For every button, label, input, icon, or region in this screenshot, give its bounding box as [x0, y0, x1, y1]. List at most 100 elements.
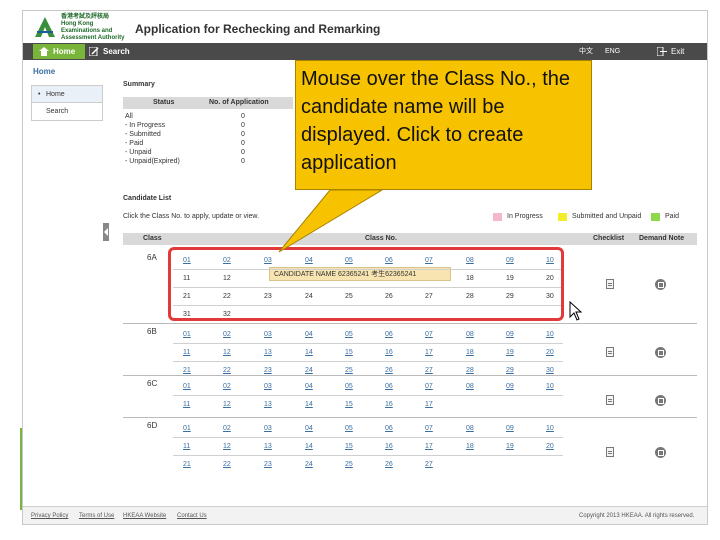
class-no-link[interactable]: 17	[425, 443, 433, 450]
class-no-link[interactable]: 01	[183, 383, 191, 390]
checklist-icon[interactable]	[606, 279, 614, 289]
class-no-link[interactable]: 24	[305, 461, 313, 468]
col-class: Class	[143, 235, 162, 242]
class-no-link[interactable]: 03	[264, 383, 272, 390]
sidebar-item-search[interactable]: Search	[32, 103, 102, 120]
class-no-link[interactable]: 10	[546, 383, 554, 390]
class-no-link[interactable]: 16	[385, 401, 393, 408]
class-no-link[interactable]: 15	[345, 401, 353, 408]
class-no-link[interactable]: 30	[546, 367, 554, 374]
class-no-link[interactable]: 07	[425, 383, 433, 390]
class-no-link[interactable]: 26	[385, 461, 393, 468]
class-no-link[interactable]: 11	[183, 443, 190, 450]
row-divider	[173, 437, 563, 438]
class-no-link[interactable]: 26	[385, 367, 393, 374]
class-no-link[interactable]: 09	[506, 383, 514, 390]
class-no-link[interactable]: 22	[223, 461, 231, 468]
nav-exit-button[interactable]: Exit	[657, 44, 684, 59]
sidebar-collapse-toggle[interactable]	[103, 223, 109, 241]
class-no-link[interactable]: 04	[305, 425, 313, 432]
demand-note-icon[interactable]	[655, 395, 666, 406]
class-no-link[interactable]: 20	[546, 443, 554, 450]
checklist-icon[interactable]	[606, 447, 614, 457]
class-no-link[interactable]: 10	[546, 331, 554, 338]
class-no-link[interactable]: 21	[183, 461, 191, 468]
class-no-link[interactable]: 05	[345, 425, 353, 432]
class-no-link[interactable]: 25	[345, 367, 353, 374]
class-no-link[interactable]: 12	[223, 401, 231, 408]
class-no-link[interactable]: 05	[345, 383, 353, 390]
summary-row: - Unpaid 0	[123, 149, 293, 158]
class-no-link[interactable]: 23	[264, 461, 272, 468]
class-no-link[interactable]: 01	[183, 331, 191, 338]
class-no-link[interactable]: 10	[546, 425, 554, 432]
footer-link-hkeaa[interactable]: HKEAA Website	[123, 513, 166, 519]
demand-note-icon[interactable]	[655, 279, 666, 290]
mouse-pointer-icon	[569, 301, 583, 321]
class-no-link[interactable]: 07	[425, 425, 433, 432]
class-no-link[interactable]: 21	[183, 367, 191, 374]
class-no-link[interactable]: 09	[506, 331, 514, 338]
class-no-link[interactable]: 22	[223, 367, 231, 374]
class-no-link[interactable]: 15	[345, 443, 353, 450]
class-no-link[interactable]: 08	[466, 383, 474, 390]
class-no-link[interactable]: 25	[345, 461, 353, 468]
class-no-link[interactable]: 16	[385, 349, 393, 356]
lang-zh-link[interactable]: 中文	[579, 44, 593, 59]
class-no-link[interactable]: 03	[264, 425, 272, 432]
class-no-link[interactable]: 13	[264, 443, 272, 450]
class-no-link[interactable]: 14	[305, 401, 313, 408]
demand-note-icon[interactable]	[655, 347, 666, 358]
class-no-link[interactable]: 06	[385, 383, 393, 390]
class-no-link[interactable]: 19	[506, 349, 514, 356]
class-no-link[interactable]: 14	[305, 349, 313, 356]
nav-home-button[interactable]: Home	[33, 44, 85, 59]
class-no-link[interactable]: 08	[466, 331, 474, 338]
class-no-link[interactable]: 03	[264, 331, 272, 338]
class-no-link[interactable]: 13	[264, 401, 272, 408]
class-no-link[interactable]: 16	[385, 443, 393, 450]
nav-search-button[interactable]: Search	[89, 44, 130, 59]
class-no-link[interactable]: 07	[425, 331, 433, 338]
lang-en-link[interactable]: ENG	[605, 44, 620, 59]
checklist-icon[interactable]	[606, 395, 614, 405]
class-no-link[interactable]: 04	[305, 383, 313, 390]
class-no-link[interactable]: 06	[385, 425, 393, 432]
summary-row-label: - Unpaid	[125, 149, 152, 156]
class-no-link[interactable]: 12	[223, 349, 231, 356]
class-no-link[interactable]: 27	[425, 367, 433, 374]
footer-link-terms[interactable]: Terms of Use	[79, 513, 114, 519]
class-no-link[interactable]: 17	[425, 349, 433, 356]
class-no-link[interactable]: 05	[345, 331, 353, 338]
class-no-link[interactable]: 29	[506, 367, 514, 374]
class-no-link[interactable]: 02	[223, 331, 231, 338]
summary-row-label: - In Progress	[125, 122, 166, 129]
class-no-link[interactable]: 18	[466, 443, 474, 450]
class-no-link[interactable]: 09	[506, 425, 514, 432]
class-no-link[interactable]: 17	[425, 401, 433, 408]
checklist-icon[interactable]	[606, 347, 614, 357]
class-no-link[interactable]: 27	[425, 461, 433, 468]
class-no-link[interactable]: 24	[305, 367, 313, 374]
footer-link-contact[interactable]: Contact Us	[177, 513, 207, 519]
class-no-link[interactable]: 20	[546, 349, 554, 356]
class-no-link[interactable]: 28	[466, 367, 474, 374]
class-no-link[interactable]: 12	[223, 443, 231, 450]
class-no-link[interactable]: 02	[223, 425, 231, 432]
footer-link-privacy[interactable]: Privacy Policy	[31, 513, 68, 519]
class-no-link[interactable]: 19	[506, 443, 514, 450]
class-no-link[interactable]: 18	[466, 349, 474, 356]
class-no-link[interactable]: 15	[345, 349, 353, 356]
class-no-link[interactable]: 01	[183, 425, 191, 432]
class-no-link[interactable]: 02	[223, 383, 231, 390]
class-no-link[interactable]: 04	[305, 331, 313, 338]
class-no-link[interactable]: 11	[183, 401, 190, 408]
demand-note-icon[interactable]	[655, 447, 666, 458]
sidebar-item-home[interactable]: Home	[32, 86, 102, 103]
class-no-link[interactable]: 13	[264, 349, 272, 356]
class-no-link[interactable]: 23	[264, 367, 272, 374]
class-no-link[interactable]: 11	[183, 349, 190, 356]
class-no-link[interactable]: 06	[385, 331, 393, 338]
class-no-link[interactable]: 14	[305, 443, 313, 450]
class-no-link[interactable]: 08	[466, 425, 474, 432]
